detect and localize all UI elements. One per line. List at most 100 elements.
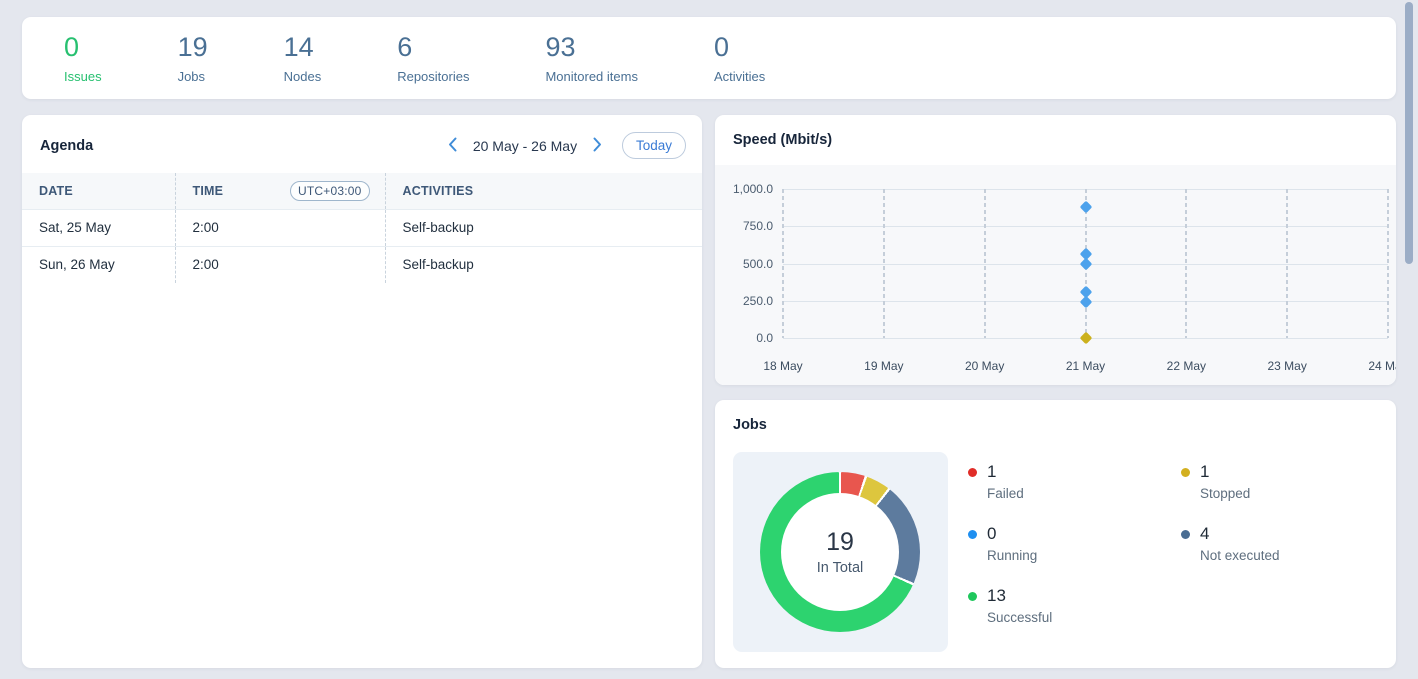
- row-time: 2:00: [175, 246, 385, 283]
- stat-nodes-value: 14: [284, 32, 322, 62]
- legend-item-failed[interactable]: 1 Failed: [968, 462, 1052, 501]
- speed-chart-x-axis: 18 May19 May20 May21 May22 May23 May24 M…: [783, 359, 1388, 375]
- y-tick-label: 0.0: [756, 331, 773, 345]
- gridline-vertical: [984, 189, 986, 338]
- not-executed-count: 4: [1200, 524, 1280, 544]
- speed-chart-title: Speed (Mbit/s): [733, 132, 832, 148]
- legend-item-stopped[interactable]: 1 Stopped: [1181, 462, 1280, 501]
- time-column-header: TIME UTC+03:00: [175, 173, 385, 209]
- speed-panel: Speed (Mbit/s) 1,000.0750.0500.0250.00.0…: [715, 115, 1396, 385]
- data-point-speed-zero[interactable]: [1079, 332, 1092, 345]
- jobs-header: Jobs: [715, 400, 1396, 447]
- x-tick-label: 21 May: [1066, 359, 1105, 373]
- timezone-badge: UTC+03:00: [290, 181, 370, 201]
- scrollbar-thumb[interactable]: [1405, 2, 1413, 264]
- data-point-speed[interactable]: [1079, 296, 1092, 309]
- jobs-donut-center: 19 In Total: [781, 493, 899, 611]
- legend-item-successful[interactable]: 13 Successful: [968, 586, 1052, 625]
- activities-column-header: ACTIVITIES: [385, 173, 702, 209]
- row-time: 2:00: [175, 209, 385, 246]
- stat-activities-label: Activities: [714, 69, 765, 84]
- stat-jobs-label: Jobs: [178, 69, 208, 84]
- stopped-count: 1: [1200, 462, 1250, 482]
- time-header-label: TIME: [193, 184, 224, 198]
- stats-bar: 0 Issues 19 Jobs 14 Nodes 6 Repositories…: [22, 17, 1396, 99]
- gridline-vertical: [1185, 189, 1187, 338]
- x-tick-label: 23 May: [1267, 359, 1306, 373]
- date-column-header: DATE: [22, 173, 175, 209]
- stat-monitored-items-value: 93: [545, 32, 637, 62]
- x-tick-label: 24 May: [1368, 359, 1396, 373]
- chevron-right-icon: [593, 137, 602, 155]
- running-label: Running: [987, 548, 1037, 563]
- y-tick-label: 250.0: [743, 294, 773, 308]
- speed-header: Speed (Mbit/s): [715, 115, 1396, 162]
- agenda-header: Agenda 20 May - 26 May Today: [22, 115, 702, 173]
- chevron-left-icon: [448, 137, 457, 155]
- x-tick-label: 22 May: [1167, 359, 1206, 373]
- agenda-table: DATE TIME UTC+03:00 ACTIVITIES Sat, 25 M…: [22, 173, 702, 283]
- jobs-total-label: In Total: [817, 560, 864, 576]
- running-count: 0: [987, 524, 1037, 544]
- speed-chart-y-axis: 1,000.0750.0500.0250.00.0: [715, 189, 773, 338]
- gridline-vertical: [883, 189, 885, 338]
- row-activity: Self-backup: [385, 209, 702, 246]
- stat-monitored-items-label: Monitored items: [545, 69, 637, 84]
- gridline-vertical: [1387, 189, 1389, 338]
- gridline-vertical: [1286, 189, 1288, 338]
- not-executed-dot-icon: [1181, 530, 1190, 539]
- date-range-label: 20 May - 26 May: [469, 138, 581, 154]
- stat-issues[interactable]: 0 Issues: [64, 32, 102, 84]
- x-tick-label: 20 May: [965, 359, 1004, 373]
- agenda-title: Agenda: [40, 138, 93, 154]
- not-executed-label: Not executed: [1200, 548, 1280, 563]
- agenda-week-nav: 20 May - 26 May Today: [446, 132, 686, 159]
- row-activity: Self-backup: [385, 246, 702, 283]
- stat-activities-value: 0: [714, 32, 765, 62]
- stat-repositories[interactable]: 6 Repositories: [397, 32, 469, 84]
- gridline-vertical: [782, 189, 784, 338]
- stopped-dot-icon: [1181, 468, 1190, 477]
- stat-repositories-label: Repositories: [397, 69, 469, 84]
- data-point-speed[interactable]: [1079, 201, 1092, 214]
- table-row[interactable]: Sun, 26 May 2:00 Self-backup: [22, 246, 702, 283]
- today-button[interactable]: Today: [622, 132, 686, 159]
- jobs-title: Jobs: [733, 417, 767, 433]
- table-row[interactable]: Sat, 25 May 2:00 Self-backup: [22, 209, 702, 246]
- row-date: Sat, 25 May: [22, 209, 175, 246]
- running-dot-icon: [968, 530, 977, 539]
- y-tick-label: 1,000.0: [733, 182, 773, 196]
- jobs-panel: Jobs 19 In Total 1 Failed 0 Running: [715, 400, 1396, 668]
- failed-count: 1: [987, 462, 1024, 482]
- jobs-donut-card: 19 In Total: [733, 452, 948, 652]
- stat-issues-label: Issues: [64, 69, 102, 84]
- row-date: Sun, 26 May: [22, 246, 175, 283]
- failed-dot-icon: [968, 468, 977, 477]
- successful-label: Successful: [987, 610, 1052, 625]
- data-point-speed[interactable]: [1079, 258, 1092, 271]
- stat-nodes[interactable]: 14 Nodes: [284, 32, 322, 84]
- speed-chart: 1,000.0750.0500.0250.00.0 18 May19 May20…: [715, 165, 1396, 385]
- speed-plot: [783, 189, 1388, 338]
- jobs-legend-column-2: 1 Stopped 4 Not executed: [1181, 462, 1280, 563]
- agenda-table-header-row: DATE TIME UTC+03:00 ACTIVITIES: [22, 173, 702, 209]
- stat-issues-value: 0: [64, 32, 102, 62]
- stat-repositories-value: 6: [397, 32, 469, 62]
- x-tick-label: 19 May: [864, 359, 903, 373]
- legend-item-running[interactable]: 0 Running: [968, 524, 1052, 563]
- jobs-legend-column-1: 1 Failed 0 Running 13 Successful: [968, 462, 1052, 625]
- stat-jobs[interactable]: 19 Jobs: [178, 32, 208, 84]
- previous-week-button[interactable]: [446, 135, 459, 157]
- successful-dot-icon: [968, 592, 977, 601]
- jobs-donut-chart[interactable]: 19 In Total: [760, 472, 920, 632]
- stat-monitored-items[interactable]: 93 Monitored items: [545, 32, 637, 84]
- agenda-panel: Agenda 20 May - 26 May Today DATE: [22, 115, 702, 668]
- failed-label: Failed: [987, 486, 1024, 501]
- legend-item-not-executed[interactable]: 4 Not executed: [1181, 524, 1280, 563]
- y-tick-label: 750.0: [743, 219, 773, 233]
- stopped-label: Stopped: [1200, 486, 1250, 501]
- stat-activities[interactable]: 0 Activities: [714, 32, 765, 84]
- successful-count: 13: [987, 586, 1052, 606]
- next-week-button[interactable]: [591, 135, 604, 157]
- stat-jobs-value: 19: [178, 32, 208, 62]
